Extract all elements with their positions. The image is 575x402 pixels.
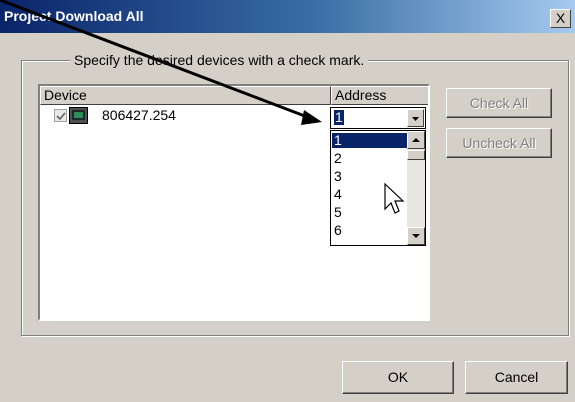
project-download-dialog: Project Download All X Specify the desir…: [0, 0, 575, 402]
arrow-head-icon: [301, 110, 322, 125]
annotation-arrow: [0, 0, 322, 125]
mouse-pointer-icon: [384, 183, 405, 214]
